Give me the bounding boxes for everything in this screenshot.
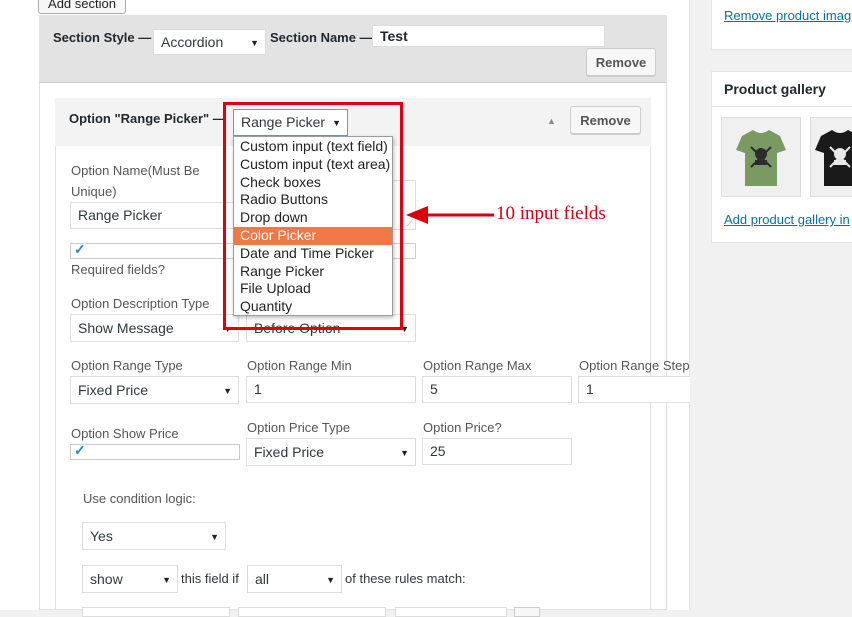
- chevron-down-icon: ▼: [326, 575, 335, 585]
- required-label: Required fields?: [71, 262, 165, 277]
- condition-logic-select[interactable]: Yes ▼: [82, 522, 226, 550]
- option-name-input[interactable]: Range Picker: [70, 202, 236, 229]
- collapse-toggle-icon[interactable]: ▲: [547, 116, 556, 126]
- option-remove-button[interactable]: Remove: [570, 106, 641, 134]
- black-tshirt-icon: [815, 130, 852, 186]
- price-type-select[interactable]: Fixed Price ▼: [246, 438, 416, 466]
- green-tshirt-icon: [736, 130, 786, 186]
- desc-type-label: Option Description Type: [71, 296, 210, 311]
- checkmark-icon: ✓: [74, 442, 86, 458]
- range-min-label: Option Range Min: [247, 358, 352, 373]
- range-type-select[interactable]: Fixed Price ▼: [70, 376, 239, 404]
- range-max-label: Option Range Max: [423, 358, 532, 373]
- rules-match-text: of these rules match:: [345, 571, 466, 586]
- remove-product-image-link[interactable]: Remove product imag: [724, 8, 851, 23]
- price-label: Option Price?: [423, 420, 502, 435]
- rule-field-select[interactable]: [82, 607, 230, 617]
- price-input[interactable]: 25: [422, 438, 572, 465]
- chevron-down-icon: ▼: [162, 575, 171, 585]
- section-style-label: Section Style —: [53, 30, 152, 45]
- gallery-divider: [712, 106, 852, 107]
- rule-operator-select[interactable]: [238, 607, 386, 617]
- option-name-label-line1: Option Name(Must Be: [71, 163, 200, 178]
- section-style-select[interactable]: Accordion ▼: [153, 29, 266, 55]
- show-hide-value: show: [90, 571, 123, 587]
- match-select[interactable]: all ▼: [247, 565, 342, 593]
- price-type-label: Option Price Type: [247, 420, 351, 435]
- range-step-input[interactable]: 1: [578, 376, 690, 403]
- show-price-checkbox[interactable]: ✓: [70, 442, 240, 460]
- product-gallery-title: Product gallery: [724, 81, 826, 97]
- checkmark-icon: ✓: [74, 241, 86, 257]
- price-type-value: Fixed Price: [254, 444, 325, 460]
- condition-logic-label: Use condition logic:: [83, 491, 196, 506]
- option-name-label-line2: Unique): [71, 184, 117, 199]
- add-product-gallery-link[interactable]: Add product gallery in: [724, 212, 850, 227]
- show-price-label: Option Show Price: [71, 426, 179, 441]
- annotation-label: 10 input fields: [496, 203, 606, 224]
- add-section-button[interactable]: Add section: [38, 0, 126, 14]
- annotation-highlight-box: [223, 102, 403, 330]
- range-max-input[interactable]: 5: [422, 376, 572, 403]
- desc-type-select[interactable]: Show Message ▼: [70, 314, 239, 342]
- this-field-if-text: this field if: [181, 571, 239, 586]
- option-title: Option "Range Picker" —: [69, 111, 226, 126]
- gallery-thumbnail[interactable]: [721, 117, 801, 197]
- section-name-input[interactable]: Test: [372, 25, 605, 47]
- annotation-arrow-icon: [406, 206, 494, 224]
- chevron-down-icon: ▼: [223, 386, 232, 396]
- rule-value-input[interactable]: [395, 607, 507, 617]
- range-type-label: Option Range Type: [71, 358, 183, 373]
- range-min-input[interactable]: 1: [246, 376, 416, 403]
- range-type-value: Fixed Price: [78, 382, 149, 398]
- desc-type-value: Show Message: [78, 320, 174, 336]
- chevron-down-icon: ▼: [210, 532, 219, 542]
- condition-logic-value: Yes: [90, 528, 113, 544]
- section-name-label: Section Name —: [270, 30, 373, 45]
- section-style-value: Accordion: [161, 34, 224, 50]
- section-remove-button[interactable]: Remove: [586, 48, 656, 76]
- chevron-down-icon: ▼: [250, 38, 259, 48]
- rule-add-button[interactable]: [514, 607, 540, 617]
- show-hide-select[interactable]: show ▼: [82, 565, 178, 593]
- gallery-thumbnail[interactable]: [810, 117, 852, 197]
- chevron-down-icon: ▼: [400, 448, 409, 458]
- range-step-label: Option Range Step: [579, 358, 690, 373]
- match-value: all: [255, 571, 270, 587]
